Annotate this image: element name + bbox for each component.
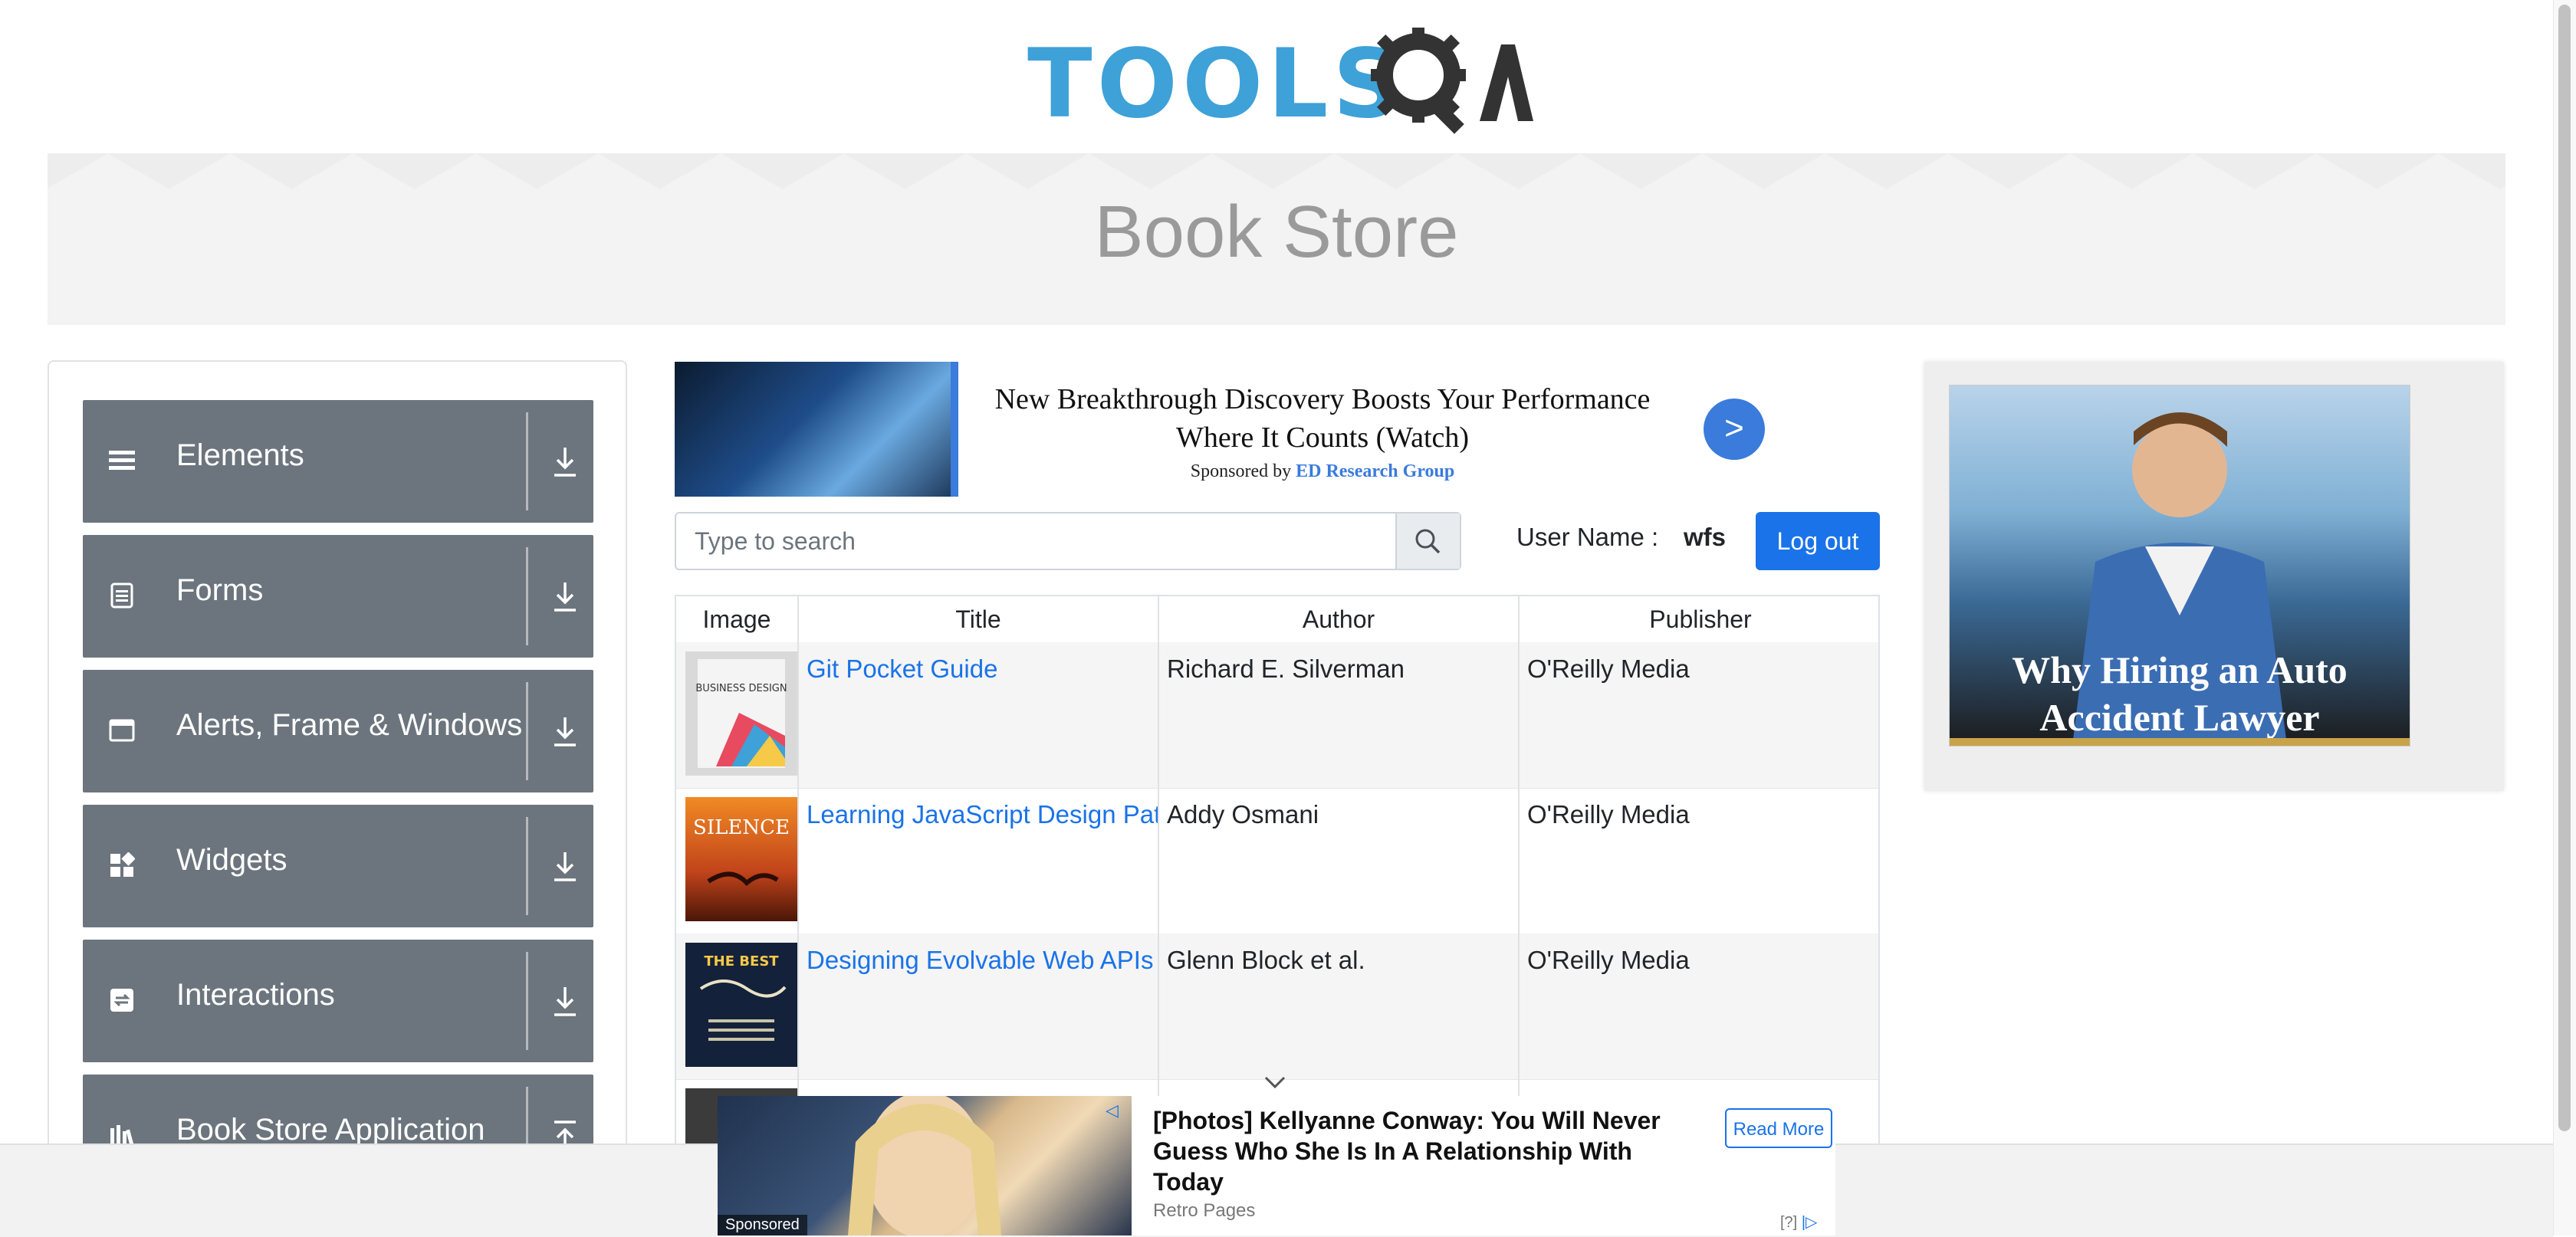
title-cell: Designing Evolvable Web APIs with ASP.NE… [799, 933, 1159, 1079]
scrollbar-thumb[interactable] [2558, 5, 2571, 1131]
interactions-icon [110, 989, 133, 1012]
username-label: User Name : [1516, 523, 1659, 551]
sidebar-group-elements[interactable]: Elements [83, 400, 593, 523]
ad-source: Retro Pages [1153, 1200, 1256, 1221]
title-cell: Git Pocket Guide [799, 642, 1159, 788]
book-cover-image: BUSINESS DESIGN [685, 651, 797, 776]
publisher-cell: O'Reilly Media [1527, 655, 1690, 683]
document-icon [110, 582, 133, 609]
page-banner: Book Store [48, 153, 2505, 325]
widgets-icon [110, 852, 135, 877]
sidebar-group-label: Interactions [176, 978, 335, 1012]
toolsqa-logo[interactable]: TOOLS [1027, 21, 1533, 144]
read-more-button[interactable]: Read More [1725, 1108, 1832, 1148]
sidebar-group-alerts[interactable]: Alerts, Frame & Windows [83, 670, 593, 792]
sidebar-group-label: Elements [176, 438, 304, 472]
column-header-title[interactable]: Title [799, 596, 1159, 642]
logo-qa-icon [1371, 28, 1533, 134]
column-header-publisher[interactable]: Publisher [1520, 596, 1878, 642]
cover-cell: BUSINESS DESIGN [676, 642, 799, 788]
search-icon [1415, 529, 1441, 554]
cover-cell: SILENCE [676, 788, 799, 933]
ad-go-button[interactable]: > [1704, 399, 1765, 460]
author-cell: Glenn Block et al. [1159, 933, 1520, 1079]
column-header-image[interactable]: Image [676, 596, 799, 642]
cover-cell: THE BEST [676, 933, 799, 1079]
cover-text: BUSINESS DESIGN [695, 683, 787, 694]
table-header: Image Title Author Publisher [676, 596, 1878, 644]
sidebar: Elements Forms Alerts, Frame & Windows W… [48, 360, 627, 1235]
ad-image[interactable]: Why Hiring an Auto Accident Lawyer [1949, 385, 2410, 746]
divider [526, 952, 528, 1050]
cover-text: THE BEST [704, 953, 779, 970]
book-title-link[interactable]: Designing Evolvable Web APIs with ASP.NE… [807, 946, 1158, 974]
author-cell: Addy Osmani [1159, 788, 1520, 933]
title-cell: Learning JavaScript Design Patterns [799, 788, 1159, 933]
divider [526, 547, 528, 645]
sidebar-group-label: Book Store Application [176, 1113, 485, 1147]
ad-sponsor-link[interactable]: ED Research Group [1296, 461, 1454, 481]
publisher-cell: O'Reilly Media [1527, 946, 1690, 974]
ad-banner-bottom[interactable]: Sponsored ◁ [Photos] Kellyanne Conway: Y… [718, 1096, 1835, 1235]
ad-image[interactable]: Sponsored ◁ [718, 1096, 1132, 1235]
author-cell: Richard E. Silverman [1159, 642, 1520, 788]
column-header-author[interactable]: Author [1159, 596, 1520, 642]
logout-button[interactable]: Log out [1756, 512, 1880, 570]
ad-sponsor-prefix: Sponsored by [1190, 461, 1292, 481]
download-arrow-icon [554, 448, 576, 477]
ad-headline[interactable]: New Breakthrough Discovery Boosts Your P… [974, 380, 1671, 457]
cover-text: SILENCE [693, 816, 790, 839]
page-title: Book Store [1094, 191, 1459, 273]
ad-accent-bar [951, 362, 958, 497]
ad-sponsor: Sponsored by ED Research Group [974, 461, 1671, 482]
download-arrow-icon [554, 582, 576, 612]
search-box [675, 512, 1461, 570]
ad-banner-top[interactable]: New Breakthrough Discovery Boosts Your P… [675, 362, 1765, 498]
publisher-cell: O'Reilly Media [1527, 800, 1690, 828]
divider [526, 412, 528, 510]
download-arrow-icon [554, 717, 576, 746]
book-cover-image: SILENCE [685, 797, 797, 921]
ad-right-text: Why Hiring an Auto Accident Lawyer [2012, 648, 2348, 739]
logo-text: TOOLS [1027, 29, 1406, 139]
sidebar-group-forms[interactable]: Forms [83, 535, 593, 658]
hamburger-icon [109, 451, 135, 470]
download-arrow-icon [554, 852, 576, 881]
book-title-link[interactable]: Learning JavaScript Design Patterns [807, 800, 1158, 828]
sidebar-group-widgets[interactable]: Widgets [83, 805, 593, 927]
sponsored-label: Sponsored [718, 1215, 807, 1235]
ad-banner-right[interactable]: Why Hiring an Auto Accident Lawyer [1924, 362, 2504, 791]
book-title-link[interactable]: Git Pocket Guide [807, 655, 997, 683]
table-row: THE BEST Designing Evolvable Web APIs wi… [676, 933, 1878, 1080]
sidebar-group-label: Alerts, Frame & Windows [176, 708, 523, 742]
table-row: BUSINESS DESIGN Git Pocket Guide Richard… [676, 642, 1878, 789]
adchoices-icon[interactable]: ◁ [1106, 1101, 1119, 1121]
window-icon [109, 719, 135, 742]
search-input[interactable] [676, 514, 1397, 569]
ad-accent-bar [1950, 738, 2410, 746]
divider [526, 817, 528, 915]
ad-help-text: [?] [1780, 1214, 1798, 1231]
book-cover-image: THE BEST [685, 943, 797, 1067]
sidebar-group-interactions[interactable]: Interactions [83, 940, 593, 1062]
username-value: wfs [1684, 523, 1727, 551]
chevron-down-icon[interactable] [1263, 1073, 1286, 1091]
divider [526, 682, 528, 780]
sidebar-group-label: Widgets [176, 843, 288, 877]
ad-image[interactable] [675, 362, 951, 497]
ad-help-link[interactable]: [?] |▷ [1780, 1212, 1817, 1232]
sidebar-group-label: Forms [176, 573, 264, 607]
adchoices-icon: |▷ [1801, 1214, 1818, 1231]
ad-headline[interactable]: [Photos] Kellyanne Conway: You Will Neve… [1153, 1105, 1674, 1197]
table-row: SILENCE Learning JavaScript Design Patte… [676, 788, 1878, 934]
download-arrow-icon [554, 987, 576, 1016]
search-button[interactable] [1395, 514, 1460, 569]
